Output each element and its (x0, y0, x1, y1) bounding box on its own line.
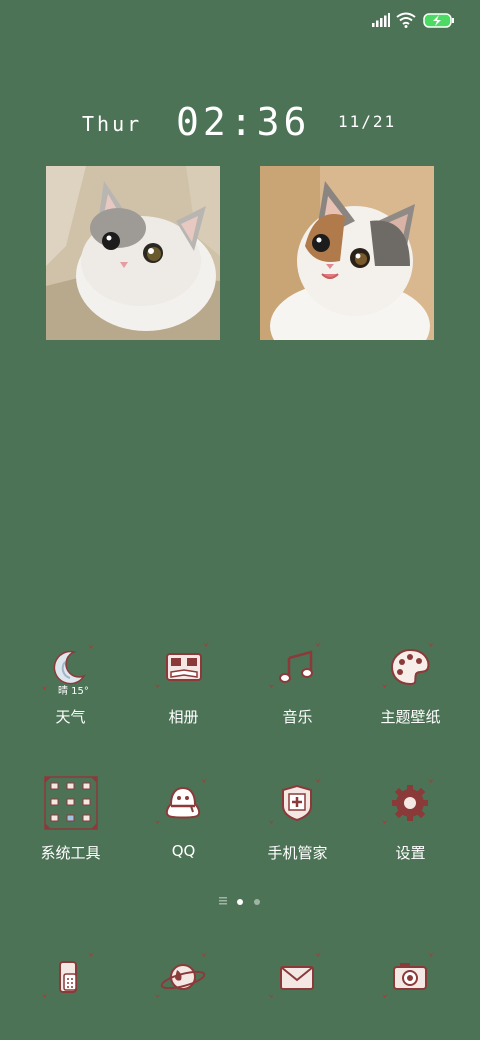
page-indicator[interactable] (0, 895, 480, 909)
signal-icon (372, 13, 390, 27)
app-weather-label: 天气 (55, 708, 86, 726)
app-settings-label: 设置 (395, 844, 426, 862)
palette-icon (382, 642, 434, 688)
cat-photo-left[interactable] (46, 166, 220, 340)
app-music[interactable]: 音乐 (241, 640, 354, 750)
camera-icon (382, 952, 434, 998)
phone-icon (42, 952, 94, 998)
app-album-label: 相册 (168, 708, 199, 726)
gear-icon (382, 778, 434, 824)
album-icon (155, 642, 209, 688)
music-note-icon (269, 642, 321, 688)
page-dot-current[interactable] (237, 899, 243, 905)
browser-planet-icon (155, 952, 207, 998)
app-phone-manager[interactable]: 手机管家 (241, 776, 354, 886)
weather-temp: 晴 15° (58, 686, 89, 697)
page-dot[interactable] (254, 899, 260, 905)
app-system-tools-label: 系统工具 (40, 844, 101, 862)
app-theme-wallpaper[interactable]: 主题壁纸 (354, 640, 467, 750)
clock-date: 11/21 (338, 112, 397, 131)
tools-folder-icon (44, 776, 98, 830)
menu-lines-icon (219, 897, 227, 905)
shield-icon (269, 778, 321, 824)
dock-phone[interactable] (14, 950, 127, 1010)
app-music-label: 音乐 (282, 708, 313, 726)
dock-browser[interactable] (127, 950, 240, 1010)
dock-camera[interactable] (354, 950, 467, 1010)
wifi-icon (396, 12, 416, 28)
message-envelope-icon (269, 952, 321, 998)
status-bar (0, 0, 480, 40)
dock-messages[interactable] (241, 950, 354, 1010)
app-qq[interactable]: QQ (127, 776, 240, 886)
clock-day: Thur (82, 112, 143, 136)
clock-time: 02:36 (176, 100, 311, 144)
app-phone-manager-label: 手机管家 (267, 844, 328, 862)
app-album[interactable]: 相册 (127, 640, 240, 750)
app-settings[interactable]: 设置 (354, 776, 467, 886)
app-system-tools[interactable]: 系统工具 (14, 776, 127, 886)
penguin-icon (155, 778, 207, 824)
cat-photo-right[interactable] (260, 166, 434, 340)
clock-widget[interactable]: Thur 02:36 11/21 (0, 100, 480, 150)
battery-charging-icon (423, 13, 454, 28)
app-weather[interactable]: 晴 15° 天气 (14, 640, 127, 750)
app-theme-wallpaper-label: 主题壁纸 (380, 708, 441, 726)
app-qq-label: QQ (171, 842, 196, 860)
